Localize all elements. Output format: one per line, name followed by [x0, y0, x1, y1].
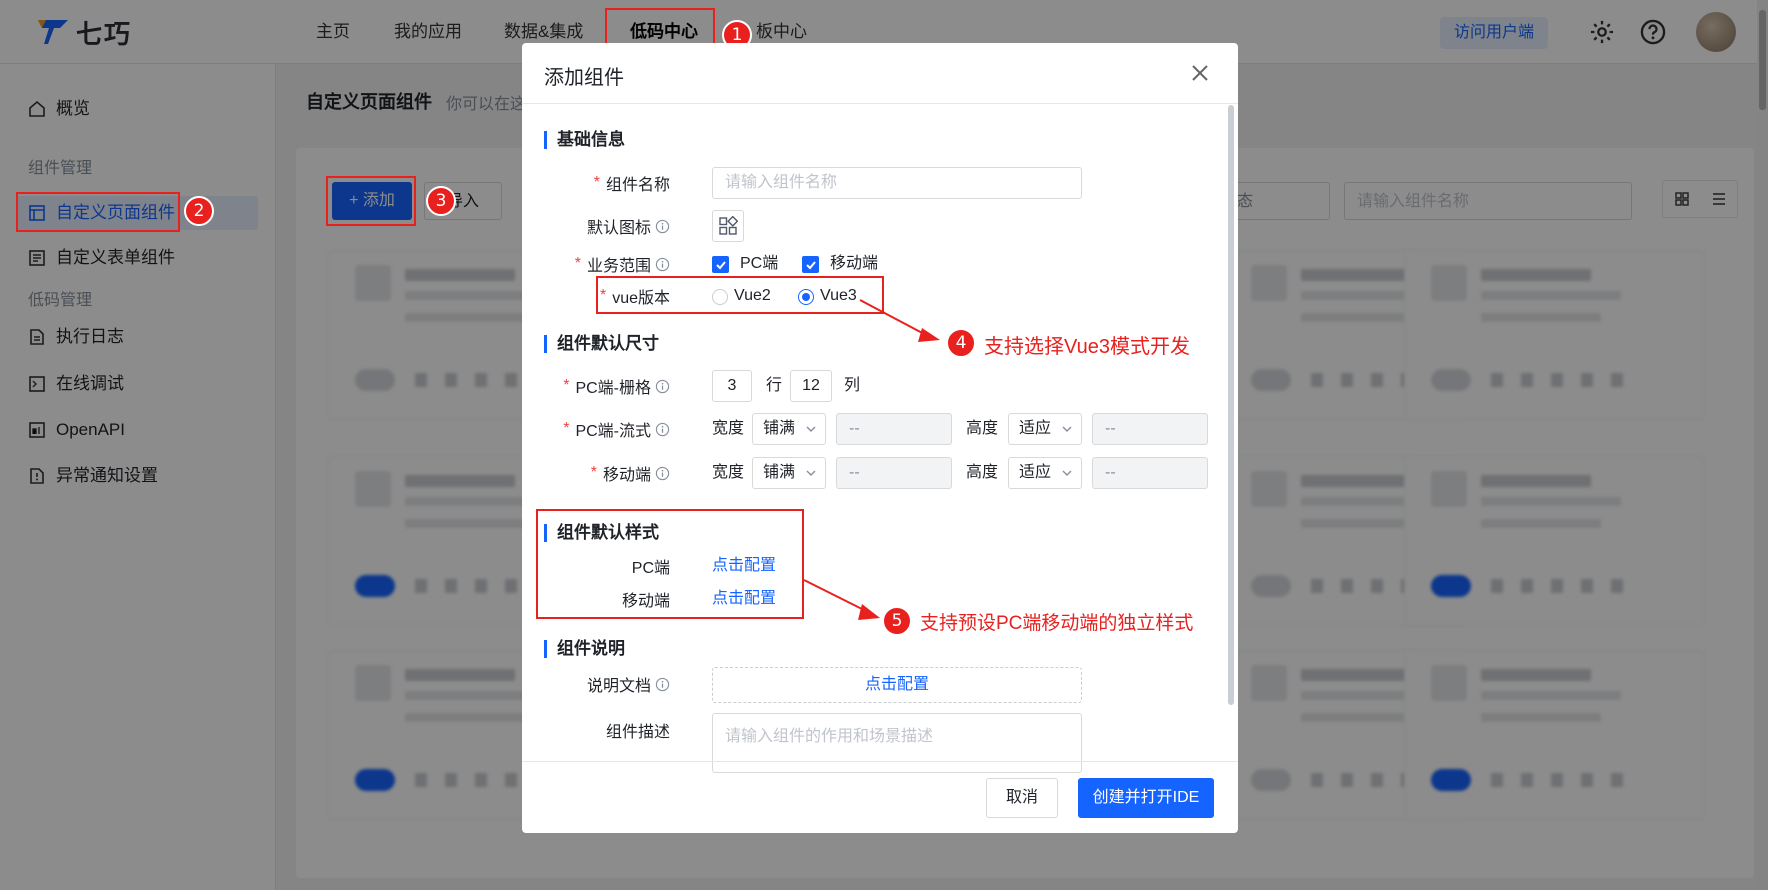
annotation-badge-4: 4 — [946, 328, 976, 358]
annotation-badge-5: 5 — [882, 606, 912, 636]
annotation-callout-vue3: 支持选择Vue3模式开发 — [984, 336, 1190, 358]
annotation-callout-style: 支持预设PC端移动端的独立样式 — [920, 613, 1194, 634]
annotation-arrows — [803, 299, 940, 620]
annotation-box-style — [536, 509, 804, 619]
